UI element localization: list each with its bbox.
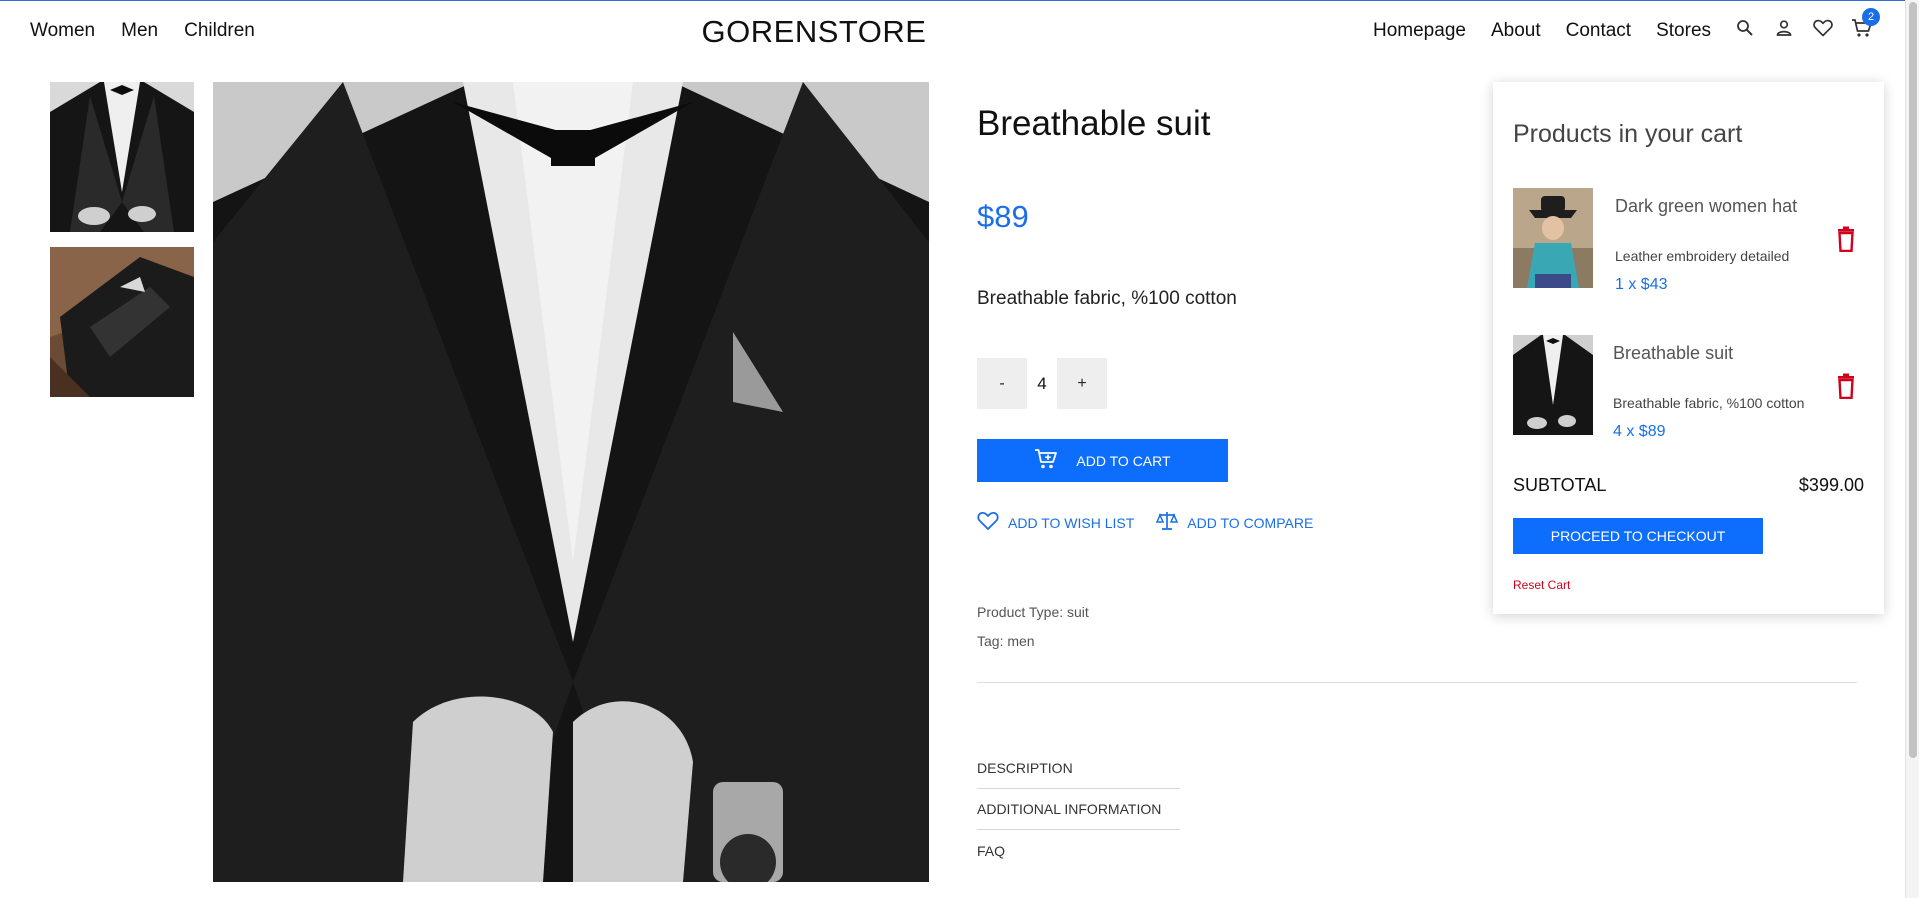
- scale-icon: [1156, 511, 1179, 534]
- add-to-cart-button[interactable]: ADD TO CART: [977, 439, 1228, 482]
- cart-plus-icon: [1034, 448, 1058, 473]
- cart-item-description: Breathable fabric, %100 cotton: [1613, 395, 1805, 411]
- tab-additional-information[interactable]: ADDITIONAL INFORMATION: [977, 789, 1180, 830]
- wishlist-label: ADD TO WISH LIST: [1008, 514, 1135, 531]
- product-price: $89: [977, 199, 1029, 234]
- trash-icon[interactable]: [1835, 226, 1857, 253]
- site-header: Women Men Children GORENSTORE Homepage A…: [0, 0, 1905, 64]
- cart-item-description: Leather embroidery detailed: [1615, 248, 1790, 264]
- user-icon[interactable]: [1772, 16, 1796, 40]
- product-tag: Tag: men: [977, 633, 1035, 649]
- quantity-value[interactable]: 4: [1027, 374, 1057, 394]
- section-divider: [977, 682, 1857, 683]
- page-scrollbar[interactable]: [1905, 0, 1919, 898]
- nav-homepage[interactable]: Homepage: [1373, 20, 1466, 42]
- product-main-image: [213, 82, 929, 882]
- cart-item-qty-price: 1 x $43: [1615, 276, 1668, 293]
- cart-item-image[interactable]: [1513, 188, 1593, 288]
- product-thumbnail-1[interactable]: [50, 82, 194, 232]
- nav-about[interactable]: About: [1491, 20, 1541, 42]
- cart-item: Breathable suit Breathable fabric, %100 …: [1513, 335, 1867, 440]
- subtotal-label: SUBTOTAL: [1513, 475, 1607, 495]
- cart-item: Dark green women hat Leather embroidery …: [1513, 188, 1867, 293]
- main-nav: Homepage About Contact Stores: [1373, 20, 1711, 42]
- product-title: Breathable suit: [977, 104, 1211, 143]
- proceed-to-checkout-button[interactable]: PROCEED TO CHECKOUT: [1513, 518, 1763, 554]
- cart-icon[interactable]: 2: [1850, 8, 1880, 40]
- product-type: Product Type: suit: [977, 604, 1089, 620]
- tab-faq[interactable]: FAQ: [977, 830, 1180, 871]
- tab-description[interactable]: DESCRIPTION: [977, 748, 1180, 789]
- product-actions: ADD TO WISH LIST ADD TO COMPARE: [977, 511, 1313, 534]
- cart-subtotal: SUBTOTAL $399.00: [1513, 475, 1864, 496]
- nav-stores[interactable]: Stores: [1656, 20, 1711, 42]
- cart-item-qty-price: 4 x $89: [1613, 423, 1666, 440]
- trash-icon[interactable]: [1835, 373, 1857, 400]
- subtotal-value: $399.00: [1798, 475, 1864, 495]
- add-to-cart-label: ADD TO CART: [1076, 452, 1171, 469]
- header-icons: 2: [1733, 8, 1880, 40]
- product-thumbnail-2[interactable]: [50, 247, 194, 397]
- compare-label: ADD TO COMPARE: [1187, 514, 1314, 531]
- add-to-compare-link[interactable]: ADD TO COMPARE: [1156, 511, 1313, 534]
- cart-item-name[interactable]: Breathable suit: [1613, 343, 1733, 364]
- nav-contact[interactable]: Contact: [1566, 20, 1631, 42]
- cart-item-name[interactable]: Dark green women hat: [1615, 196, 1797, 217]
- add-to-wish-list-link[interactable]: ADD TO WISH LIST: [977, 511, 1134, 534]
- cart-count-badge: 2: [1862, 8, 1880, 26]
- heart-icon[interactable]: [1811, 16, 1835, 40]
- reset-cart-link[interactable]: Reset Cart: [1513, 578, 1570, 592]
- quantity-increase-button[interactable]: +: [1057, 358, 1107, 409]
- cart-title: Products in your cart: [1513, 120, 1743, 148]
- product-tabs: DESCRIPTION ADDITIONAL INFORMATION FAQ: [977, 748, 1180, 871]
- cart-dropdown: Products in your cart Dark green women h…: [1493, 82, 1884, 614]
- quantity-stepper: - 4 +: [977, 358, 1107, 409]
- search-icon[interactable]: [1733, 16, 1757, 40]
- cart-item-image[interactable]: [1513, 335, 1593, 435]
- product-description: Breathable fabric, %100 cotton: [977, 288, 1237, 309]
- heart-icon: [977, 511, 999, 534]
- scrollbar-thumb[interactable]: [1909, 2, 1917, 758]
- quantity-decrease-button[interactable]: -: [977, 358, 1027, 409]
- product-meta: Product Type: suit Tag: men: [977, 598, 1089, 656]
